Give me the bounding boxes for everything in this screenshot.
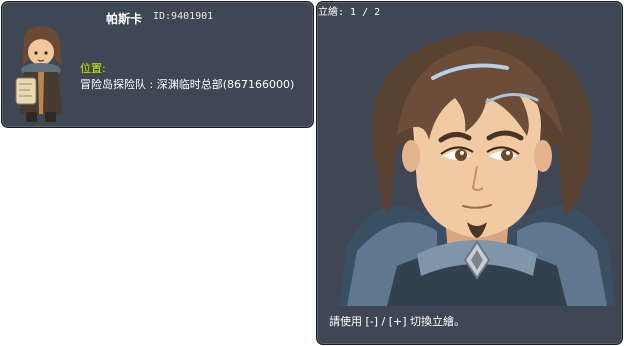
- location-label: 位置:: [80, 62, 106, 75]
- location-value: 冒险岛探险队 : 深渊临时总部(867166000): [80, 78, 295, 91]
- npc-sprite: [15, 26, 62, 122]
- npc-info-panel: 帕斯卡 ID:9401901 位置: 冒险岛探险队 : 深渊临时总部(86716…: [1, 1, 314, 128]
- npc-portrait-illustration: [339, 31, 615, 306]
- portrait-switch-hint: 請使用 [-] / [+] 切換立繪。: [329, 315, 466, 328]
- portrait-panel: 立繪: 1 / 2 請使用 [-] / [+] 切換立繪。: [316, 1, 623, 345]
- npc-name: 帕斯卡: [106, 12, 143, 26]
- npc-id: ID:9401901: [153, 11, 214, 22]
